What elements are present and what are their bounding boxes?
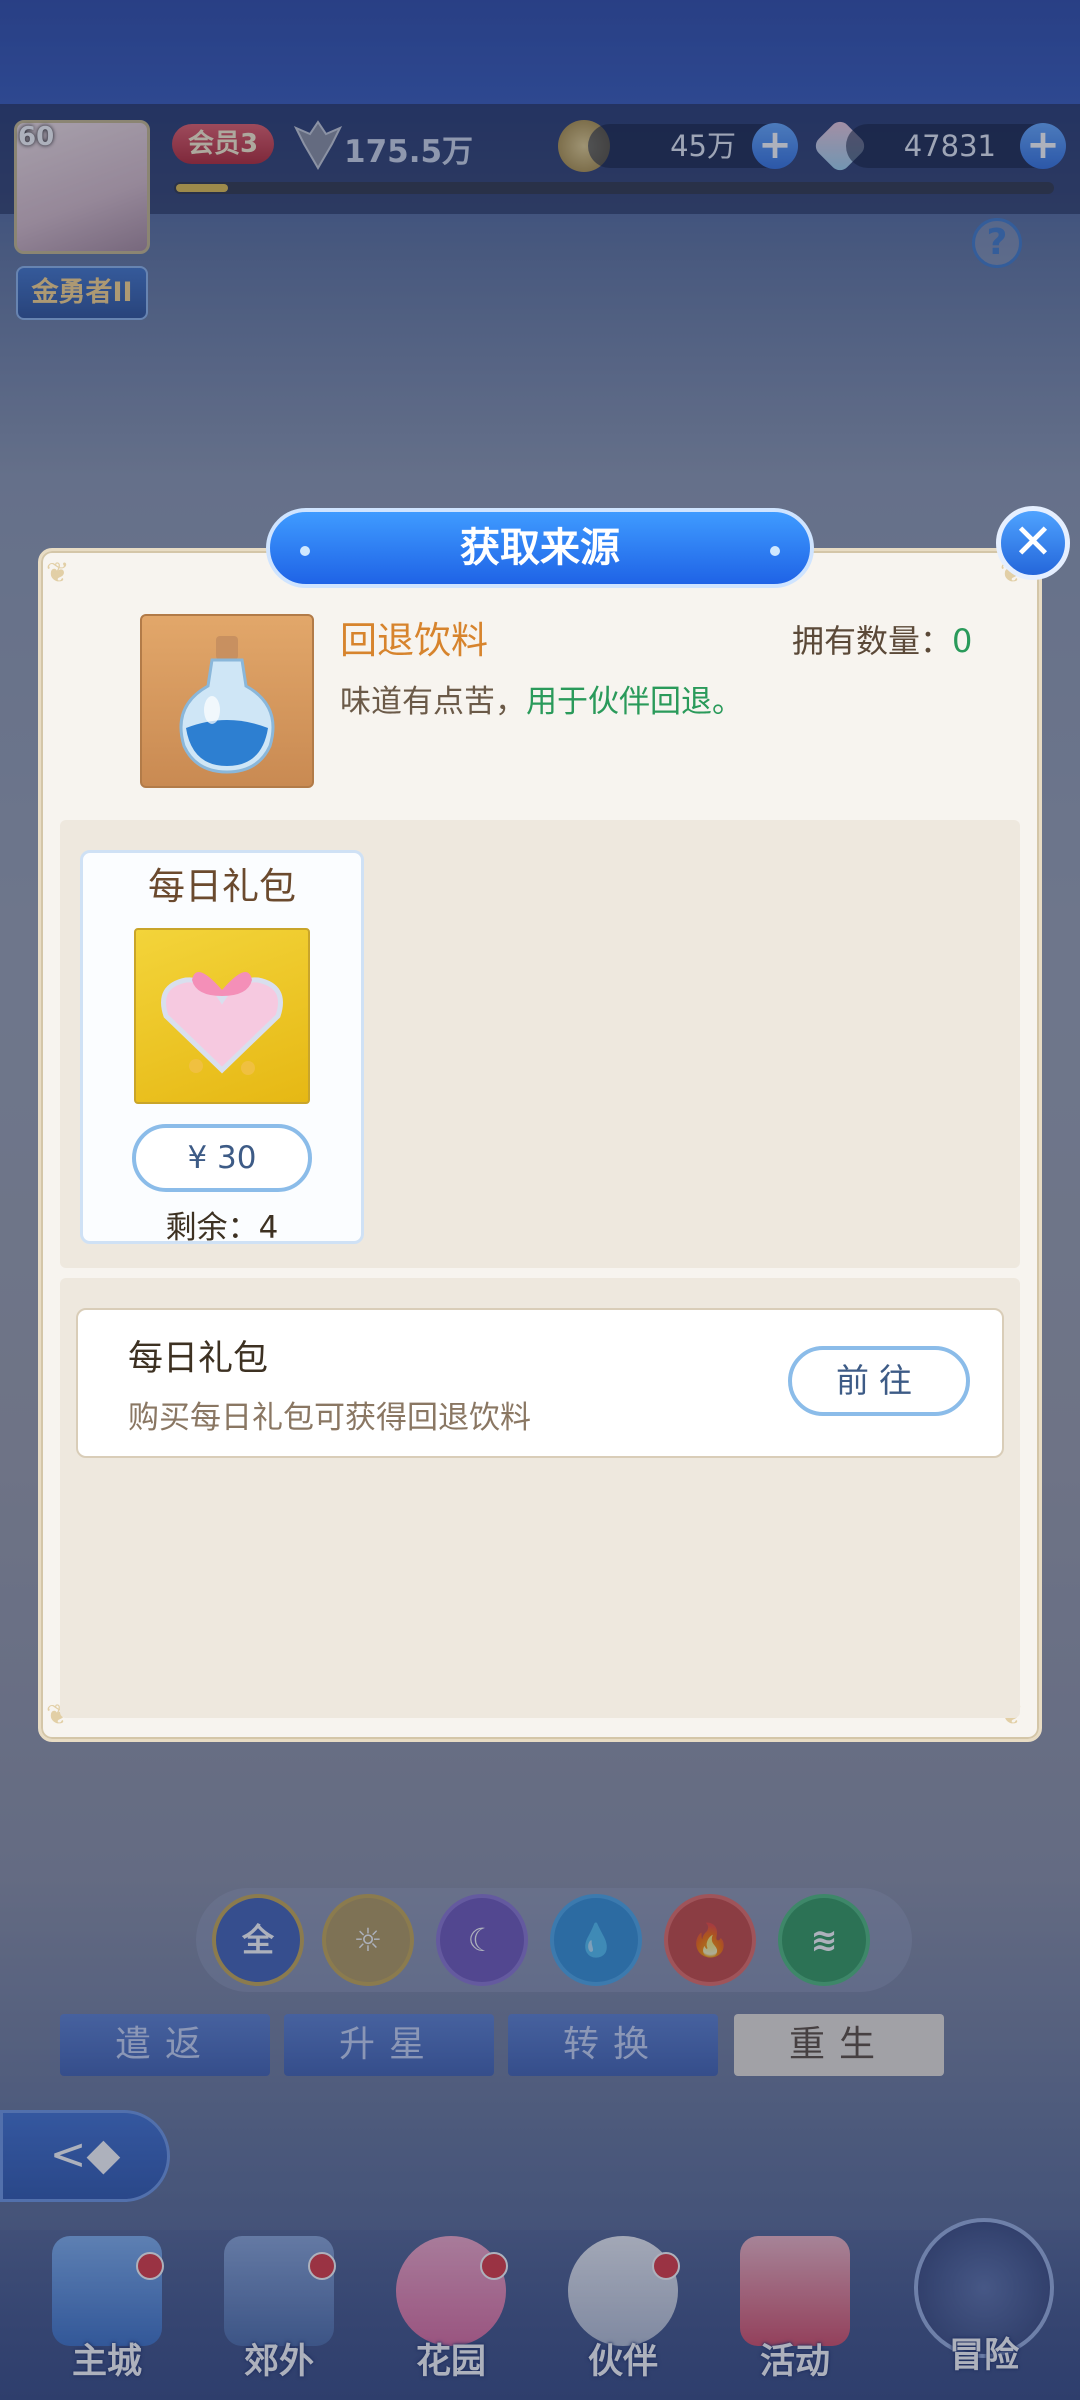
- title-ornament-icon: [300, 546, 310, 556]
- source-title: 每日礼包: [128, 1339, 269, 1379]
- shop-card-title: 每日礼包: [148, 865, 296, 908]
- go-button[interactable]: 前往: [788, 1346, 970, 1416]
- item-description: 味道有点苦，用于伙伴回退。: [340, 676, 743, 721]
- close-button[interactable]: ✕: [996, 506, 1070, 580]
- remaining-count: 剩余：4: [165, 1210, 279, 1246]
- gift-box-icon: [134, 928, 310, 1104]
- owned-count: 拥有数量：0: [792, 616, 972, 662]
- item-desc-text: 味道有点苦，: [340, 684, 526, 720]
- owned-value: 0: [952, 622, 973, 660]
- potion-bottle-icon: [140, 614, 314, 788]
- dialog-title: 获取来源: [266, 508, 814, 588]
- corner-ornament-icon: ❦: [46, 556, 70, 589]
- owned-label: 拥有数量：: [792, 622, 953, 660]
- buy-price-button[interactable]: ¥ 30: [132, 1124, 312, 1192]
- item-desc-highlight: 用于伙伴回退。: [526, 684, 743, 720]
- source-description: 购买每日礼包可获得回退饮料: [128, 1400, 531, 1436]
- item-name: 回退饮料: [340, 619, 488, 662]
- title-ornament-icon: [770, 546, 780, 556]
